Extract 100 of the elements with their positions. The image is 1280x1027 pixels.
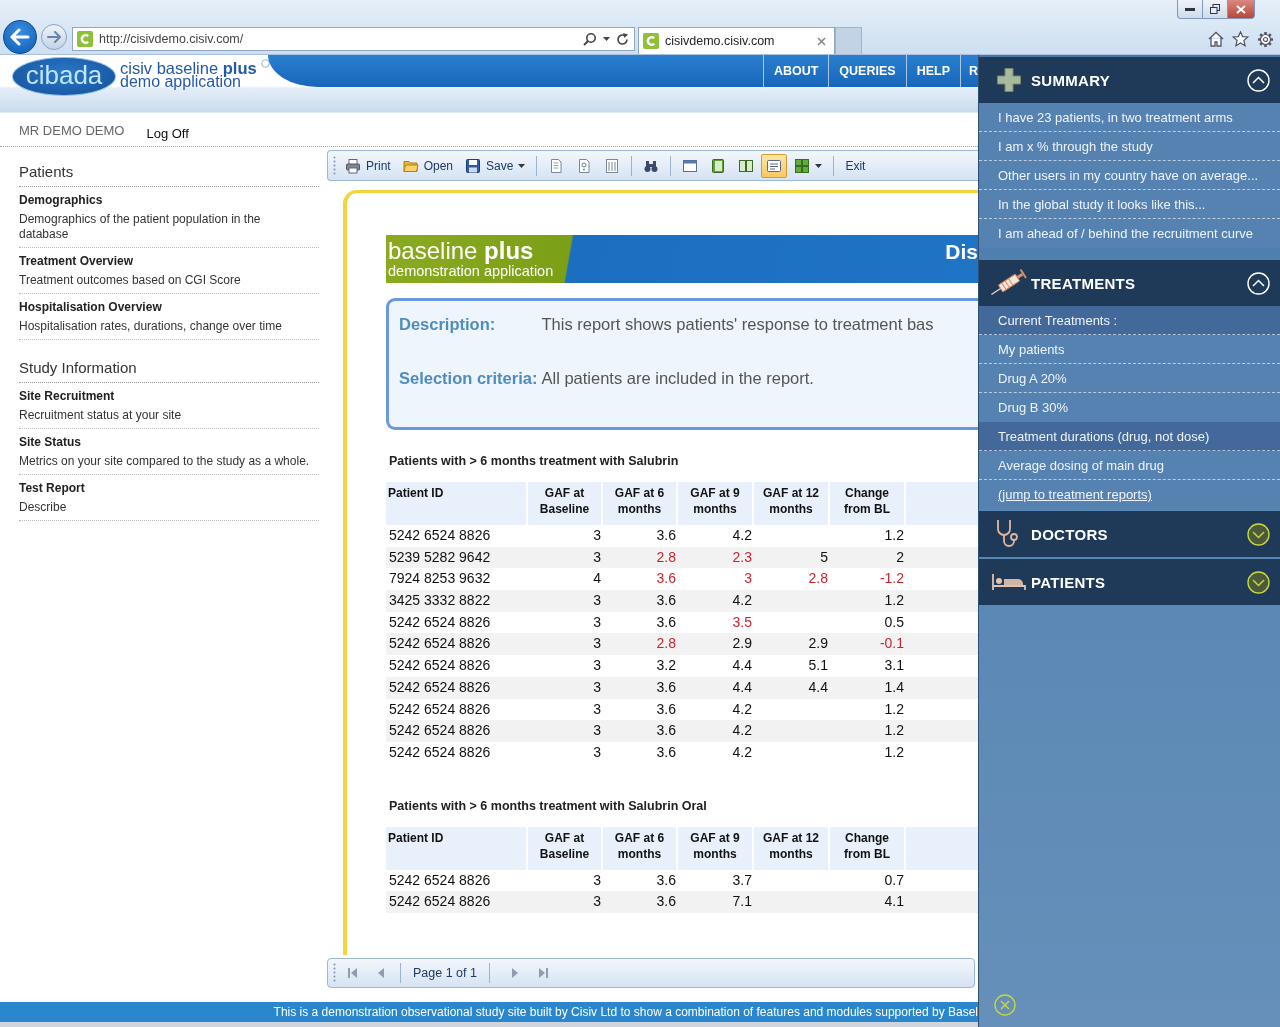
column-header: GAF at 12 months xyxy=(754,482,830,525)
column-header: GAF at Baseline xyxy=(528,826,603,870)
layout-icon xyxy=(766,157,783,174)
log-off-link[interactable]: Log Off xyxy=(146,126,189,141)
column-header: GAF at 9 months xyxy=(678,826,754,870)
panel-link[interactable]: (jump to treatment reports) xyxy=(979,480,1280,509)
arrow-left-icon xyxy=(10,28,30,46)
grid-icon xyxy=(794,157,811,174)
table-cell-text: 1.2 xyxy=(883,526,905,545)
panel-item[interactable]: I am x % through the study xyxy=(979,132,1280,161)
panel-subheading: Treatment durations (drug, not dose) xyxy=(979,422,1280,451)
table-cell-text: 4.4 xyxy=(731,656,753,676)
toolbar-button[interactable]: Exit xyxy=(840,153,871,178)
chevron-up-icon[interactable] xyxy=(1247,68,1270,92)
table-cell-text: 1.2 xyxy=(883,699,905,719)
column-header: GAF at 6 months xyxy=(603,826,678,870)
restore-button[interactable] xyxy=(1203,0,1228,19)
table-cell-text: 1.2 xyxy=(883,591,905,611)
table-cell-text: 5242 6524 8826 xyxy=(388,526,492,545)
report-link[interactable]: Hospitalisation Overview xyxy=(19,300,162,315)
brand-name: cisiv baseline plus xyxy=(120,61,257,75)
arrow-right-icon xyxy=(47,31,61,43)
table-cell-text: 3 xyxy=(592,742,602,762)
panel-item[interactable]: In the global study it looks like this... xyxy=(979,190,1280,219)
home-icon[interactable] xyxy=(1208,31,1224,47)
table-cell-text: 4 xyxy=(592,569,602,589)
search-icon xyxy=(583,32,597,46)
table-cell-text: 7.1 xyxy=(731,892,753,912)
table-cell-text: 4.4 xyxy=(807,677,829,697)
table-cell-text: 3.5 xyxy=(731,612,753,632)
toolbar-button[interactable] xyxy=(761,153,788,178)
columns-icon xyxy=(604,157,621,174)
browser-tab[interactable]: cisivdemo.cisiv.com xyxy=(638,27,835,54)
column-header: Change from BL xyxy=(830,482,906,525)
report-link[interactable]: Treatment Overview xyxy=(19,254,134,269)
table-cell-text: 3.2 xyxy=(655,656,677,676)
grip-icon[interactable] xyxy=(333,155,336,176)
accordion-header[interactable]: TREATMENTS xyxy=(979,260,1280,306)
two-pages-icon xyxy=(738,157,755,174)
grip-icon[interactable] xyxy=(333,963,336,983)
report-link[interactable]: Site Status xyxy=(19,435,81,450)
report-link[interactable]: Test Report xyxy=(19,481,85,496)
nav-link[interactable]: ABOUT xyxy=(762,55,829,87)
accordion-header[interactable]: DOCTORS xyxy=(979,511,1280,557)
toolbar-button[interactable]: Open xyxy=(397,153,459,178)
report-description: Treatment outcomes based on CGI Score xyxy=(19,273,241,288)
site-favicon-icon xyxy=(643,33,659,49)
column-header: GAF at 9 months xyxy=(678,482,754,525)
table-cell-text: 5242 6524 8826 xyxy=(388,656,492,676)
report-link[interactable]: Demographics xyxy=(19,193,103,208)
close-button[interactable] xyxy=(1228,0,1255,19)
table-cell-text: 3 xyxy=(592,547,602,567)
settings-icon[interactable] xyxy=(1257,31,1274,48)
last-page-icon xyxy=(536,967,549,979)
forward-button[interactable] xyxy=(41,24,67,50)
chevron-up-icon[interactable] xyxy=(1247,271,1270,295)
back-button[interactable] xyxy=(3,20,37,54)
table-cell-text: 3 xyxy=(592,870,602,890)
table-cell-text: 5.1 xyxy=(807,656,829,676)
table-cell-text: 3425 3332 8822 xyxy=(388,591,492,611)
logo: cibada xyxy=(12,57,116,96)
chevron-down-icon[interactable] xyxy=(1247,522,1270,546)
nav-link[interactable]: QUERIES xyxy=(828,55,906,87)
column-header: GAF at 12 months xyxy=(754,826,830,870)
table-cell-text: 7924 8253 9632 xyxy=(388,569,492,589)
minimize-icon xyxy=(1185,7,1195,11)
table-cell-text: 3.7 xyxy=(731,870,753,890)
table-cell-text: 3 xyxy=(592,892,602,912)
table-cell-text: 3.6 xyxy=(655,569,677,589)
banner-subtitle: demonstration application xyxy=(388,262,554,280)
table-cell-text: 3 xyxy=(592,526,602,545)
star-icon[interactable] xyxy=(1232,31,1249,47)
nav-link[interactable]: HELP xyxy=(905,55,960,87)
report-description: Demographics of the patient population in the database xyxy=(19,212,262,242)
table-cell-text: 3.6 xyxy=(655,612,677,632)
toolbar-button[interactable]: Print xyxy=(340,153,396,178)
accordion-header[interactable]: SUMMARY xyxy=(979,57,1280,103)
report-description: Hospitalisation rates, durations, change over time xyxy=(19,319,282,334)
panel-item[interactable]: I am ahead of / behind the recruitment curve xyxy=(979,219,1280,248)
table-cell-text: 2.3 xyxy=(731,547,753,567)
table-cell-text: 5242 6524 8826 xyxy=(388,677,492,697)
minimize-button[interactable] xyxy=(1177,0,1203,19)
report-link[interactable]: Site Recruitment xyxy=(19,389,115,404)
user-name: MR DEMO DEMO xyxy=(19,123,125,138)
panel-item[interactable]: I have 23 patients, in two treatment arms xyxy=(979,103,1280,132)
field-value: All patients are included in the report. xyxy=(541,368,814,389)
table-cell-text: 3.6 xyxy=(655,721,677,741)
column-header: Patient ID xyxy=(386,482,528,525)
table-cell-text: 3 xyxy=(592,699,602,719)
table-cell-text: 3.1 xyxy=(883,656,905,676)
section-heading: Study Information xyxy=(19,358,319,383)
toolbar-button[interactable]: Save xyxy=(460,153,531,178)
panel-item[interactable]: Other users in my country have on average... xyxy=(979,161,1280,190)
restore-icon xyxy=(1210,4,1220,14)
table-title: Patients with > 6 months treatment with Salubrin xyxy=(388,453,679,470)
table-cell-text: 1.4 xyxy=(883,677,905,697)
accordion-header[interactable]: PATIENTS xyxy=(979,559,1280,605)
chevron-down-icon[interactable] xyxy=(1247,570,1270,594)
address-bar[interactable]: http://cisivdemo.cisiv.com/ xyxy=(72,27,635,51)
refresh-icon xyxy=(616,32,629,46)
